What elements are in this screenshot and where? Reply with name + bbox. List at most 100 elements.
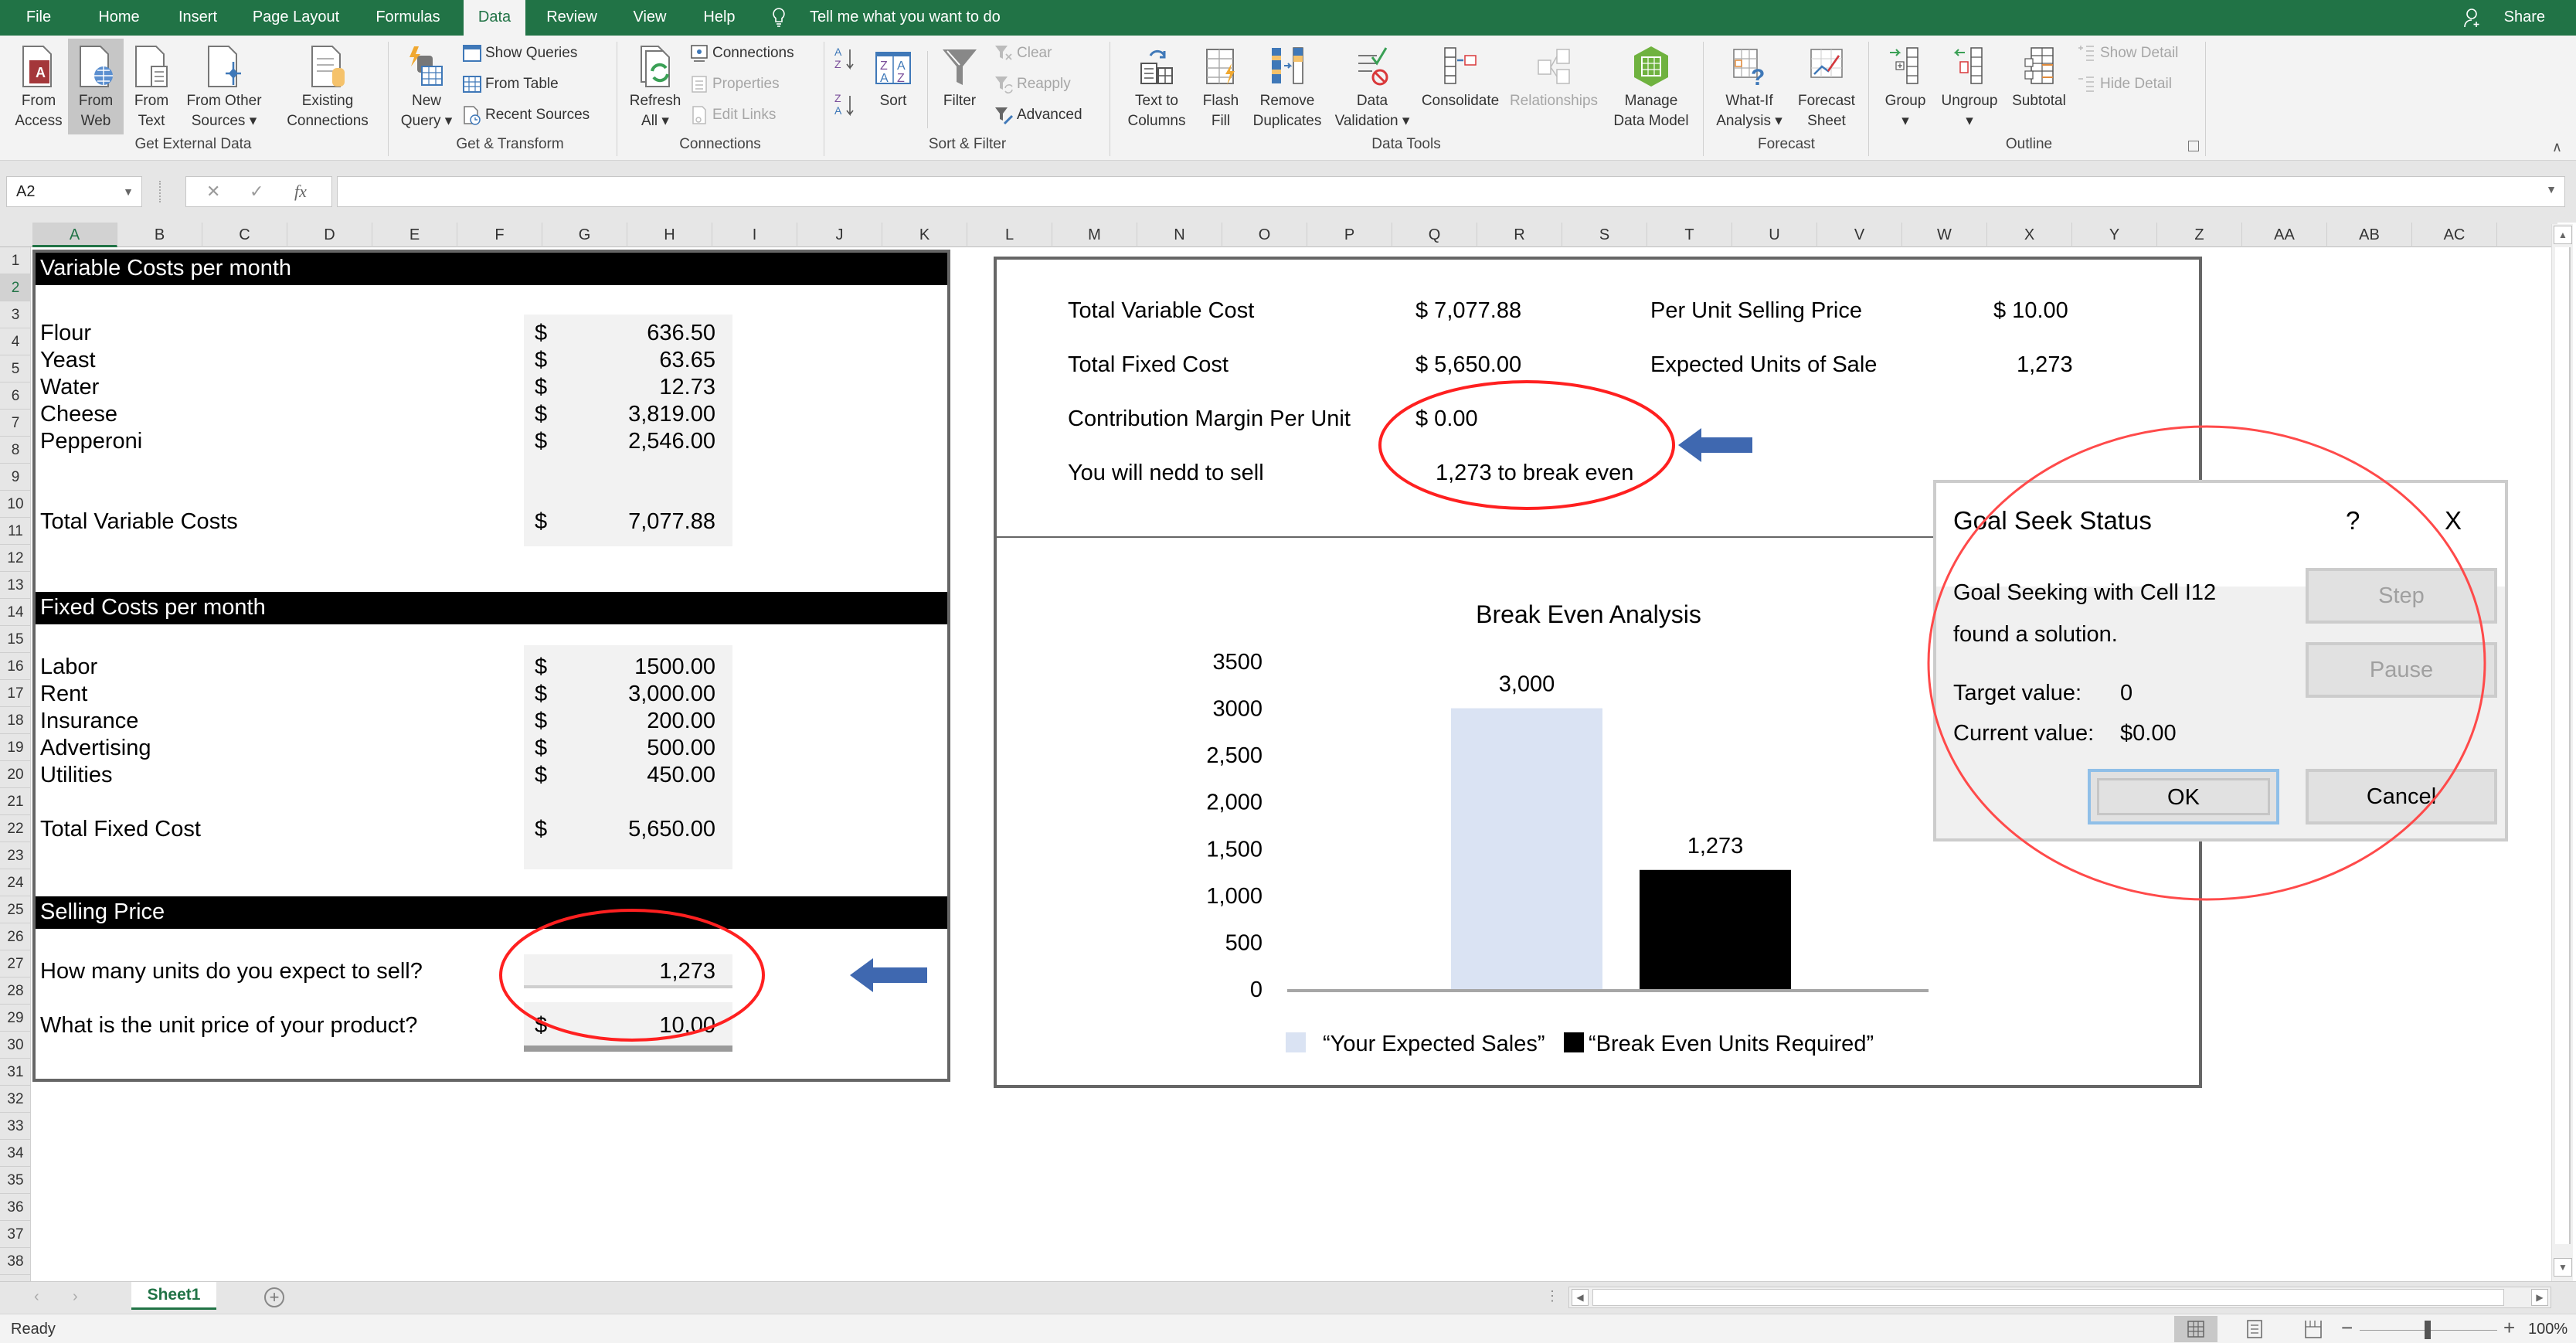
total-fixed-cost-label[interactable]: Total Fixed Cost [40,817,201,842]
column-header[interactable]: X [1987,223,2072,247]
text-to-columns-button[interactable]: Text to Columns [1116,39,1198,134]
sort-ascending-button[interactable]: AZ [831,43,859,74]
from-text-button[interactable]: From Text [124,39,179,134]
need-to-sell-value[interactable]: 1,273 to break even [1436,461,1633,486]
vertical-scroll-thumb[interactable] [2555,247,2571,1244]
column-header[interactable]: D [287,223,372,247]
row-header[interactable]: 33 [0,1113,31,1140]
row-header[interactable]: 4 [0,328,31,355]
row-header[interactable]: 12 [0,545,31,572]
zoom-level[interactable]: 100% [2528,1321,2568,1338]
column-header[interactable]: P [1307,223,1392,247]
variable-cost-label[interactable]: Yeast [40,348,96,373]
confirm-entry-icon[interactable]: ✓ [250,182,263,202]
variable-cost-amount[interactable]: 2,546.00 [576,429,715,454]
row-header[interactable]: 24 [0,869,31,896]
row-header[interactable]: 23 [0,842,31,869]
scroll-up-icon[interactable]: ▲ [2554,226,2572,244]
column-header[interactable]: M [1052,223,1137,247]
forecast-sheet-button[interactable]: Forecast Sheet [1791,39,1862,134]
row-header[interactable]: 25 [0,896,31,923]
connections-button[interactable]: Connections [689,40,794,66]
column-header[interactable]: G [542,223,627,247]
zoom-in-button[interactable]: + [2503,1316,2515,1340]
column-header[interactable]: H [627,223,712,247]
variable-cost-amount[interactable]: 3,819.00 [576,402,715,427]
column-header[interactable]: W [1902,223,1987,247]
add-sheet-icon[interactable]: + [264,1287,284,1307]
variable-cost-label[interactable]: Cheese [40,402,117,427]
row-header[interactable]: 38 [0,1248,31,1275]
row-header[interactable]: 30 [0,1032,31,1059]
row-header[interactable]: 37 [0,1221,31,1248]
legend-label[interactable]: “Break Even Units Required” [1589,1032,1874,1056]
row-header[interactable]: 14 [0,599,31,626]
hide-detail-button[interactable]: Hide Detail [2077,71,2172,97]
tab-view[interactable]: View [621,0,678,36]
tab-review[interactable]: Review [535,0,609,36]
show-queries-button[interactable]: Show Queries [462,40,577,66]
tab-split-handle[interactable]: ⋮ [1545,1288,1559,1304]
fixed-cost-label[interactable]: Advertising [40,736,151,761]
show-detail-button[interactable]: Show Detail [2077,40,2178,66]
advanced-filter-button[interactable]: Advanced [994,102,1082,128]
flash-fill-button[interactable]: Flash Fill [1198,39,1244,134]
row-header[interactable]: 7 [0,410,31,437]
column-header[interactable]: K [882,223,967,247]
fixed-cost-label[interactable]: Utilities [40,763,112,788]
tab-page-layout[interactable]: Page Layout [240,0,352,36]
filter-button[interactable]: Filter [935,39,984,134]
horizontal-scrollbar[interactable]: ◀ ▶ [1568,1287,2551,1308]
row-header[interactable]: 28 [0,978,31,1005]
sort-descending-button[interactable]: ZA [831,90,859,121]
column-header[interactable]: R [1477,223,1562,247]
clear-filter-button[interactable]: Clear [994,40,1052,66]
remove-duplicates-button[interactable]: Remove Duplicates [1246,39,1329,134]
column-header[interactable]: B [117,223,202,247]
chevron-down-icon[interactable]: ▼ [123,177,134,206]
column-header[interactable]: V [1817,223,1902,247]
tab-home[interactable]: Home [87,0,151,36]
outline-dialog-launcher[interactable] [2188,141,2199,151]
expected-units-cell[interactable]: 1,273 [576,959,715,984]
close-icon[interactable]: X [2445,506,2462,536]
normal-view-button[interactable] [2174,1316,2217,1342]
scroll-down-icon[interactable]: ▼ [2554,1258,2572,1277]
unit-price-cell[interactable]: 10.00 [576,1013,715,1039]
fixed-cost-amount[interactable]: 500.00 [576,736,715,761]
row-header[interactable]: 31 [0,1059,31,1086]
row-header[interactable]: 32 [0,1086,31,1113]
variable-cost-label[interactable]: Flour [40,321,91,346]
total-variable-costs-amount[interactable]: 7,077.88 [576,509,715,535]
page-layout-view-button[interactable] [2233,1316,2276,1342]
fixed-cost-amount[interactable]: 1500.00 [576,654,715,680]
from-table-button[interactable]: From Table [462,71,559,97]
what-if-analysis-button[interactable]: ? What-If Analysis ▾ [1709,39,1789,134]
sort-button[interactable]: ZAAZ Sort [868,39,918,134]
variable-cost-label[interactable]: Water [40,375,99,400]
consolidate-button[interactable]: Consolidate [1417,39,1504,134]
tab-formulas[interactable]: Formulas [365,0,451,36]
cancel-entry-icon[interactable]: ✕ [206,182,220,202]
column-header[interactable]: AC [2412,223,2497,247]
scroll-right-icon[interactable]: ▶ [2531,1289,2548,1306]
collapse-ribbon-icon[interactable]: ∧ [2552,139,2562,155]
group-button[interactable]: Group ▾ [1874,39,1936,134]
prev-sheet-icon[interactable]: ‹ [34,1288,39,1306]
total-fixed-cost-value[interactable]: $ 5,650.00 [1415,352,1521,378]
new-query-button[interactable]: New Query ▾ [396,39,457,134]
vertical-scrollbar[interactable]: ▲ ▼ [2551,224,2573,1281]
column-header[interactable]: C [202,223,287,247]
column-header[interactable]: S [1562,223,1647,247]
refresh-all-button[interactable]: Refresh All ▾ [624,39,686,134]
expand-formula-bar-icon[interactable]: ▼ [2546,183,2557,196]
recent-sources-button[interactable]: Recent Sources [462,102,590,128]
column-header[interactable]: I [712,223,797,247]
tell-me-search[interactable]: Tell me what you want to do [810,0,1001,36]
row-header[interactable]: 13 [0,572,31,599]
fixed-cost-label[interactable]: Rent [40,682,87,707]
existing-connections-button[interactable]: Existing Connections [278,39,377,134]
column-header[interactable]: Q [1392,223,1477,247]
zoom-slider-thumb[interactable] [2425,1321,2431,1339]
row-header[interactable]: 9 [0,464,31,491]
